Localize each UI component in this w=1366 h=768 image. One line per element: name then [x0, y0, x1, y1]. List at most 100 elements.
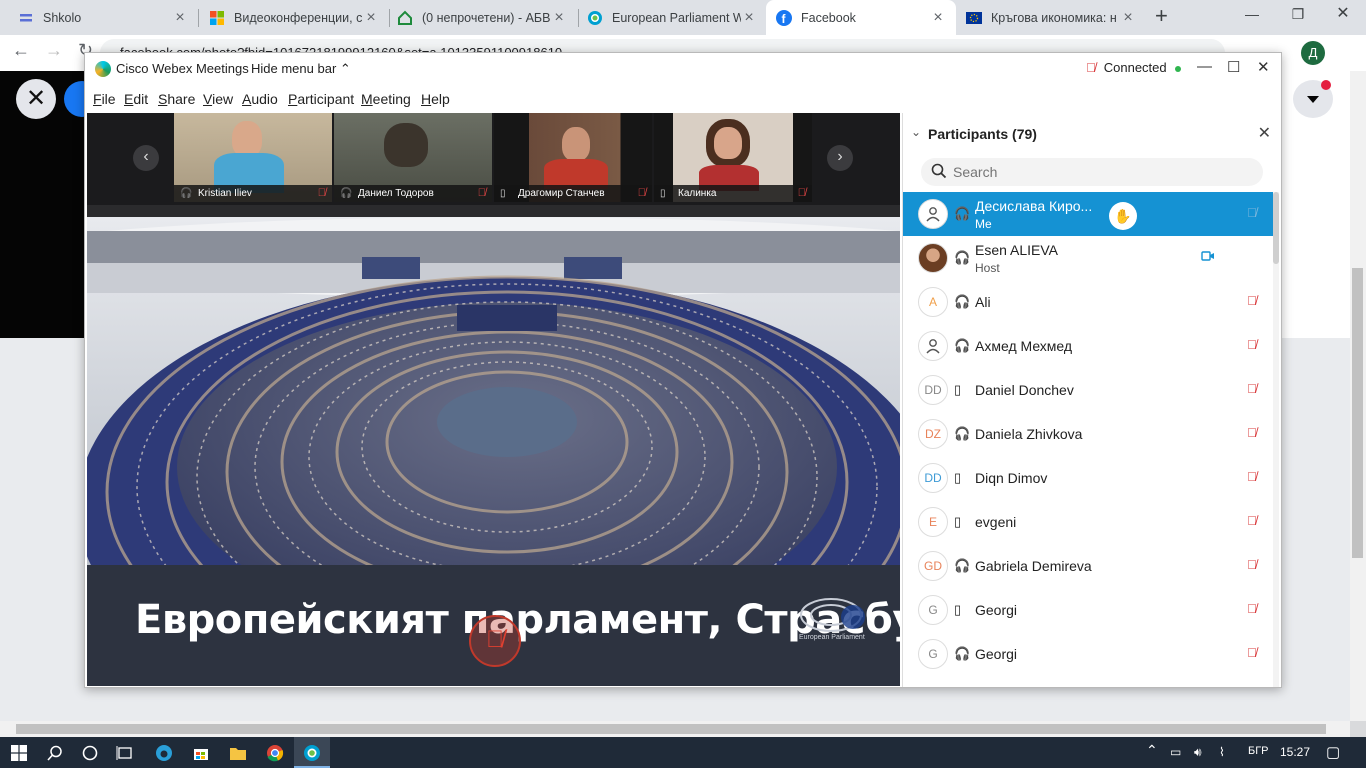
- store-icon[interactable]: [190, 742, 212, 764]
- participants-scrollbar[interactable]: [1273, 192, 1279, 687]
- participant-row[interactable]: DD ▯ Daniel Donchev 🎙̸: [903, 368, 1273, 412]
- webex-taskbar-icon: [301, 742, 323, 764]
- muted-mic-icon[interactable]: 🎙̸: [1247, 469, 1257, 484]
- clock[interactable]: 15:27: [1280, 745, 1310, 759]
- maximize-icon[interactable]: ❐: [1275, 0, 1321, 30]
- chrome-icon[interactable]: [264, 742, 286, 764]
- network-icon[interactable]: ⌇: [1219, 745, 1225, 759]
- video-tile[interactable]: ▯ Драгомир Станчев 🎙̸: [494, 113, 652, 202]
- back-icon[interactable]: ←: [12, 40, 30, 61]
- connected-dot-icon: [1174, 65, 1181, 72]
- connection-status: 🎙̸ Connected: [1086, 60, 1181, 75]
- close-tab-icon[interactable]: ×: [172, 9, 188, 27]
- hide-menu-bar-button[interactable]: Hide menu bar ⌃: [251, 61, 351, 77]
- tab-circular-economy[interactable]: Кръгова икономика: н ×: [956, 0, 1146, 35]
- participant-row[interactable]: G ▯ Georgi 🎙̸: [903, 588, 1273, 632]
- menu-file[interactable]: File: [93, 91, 116, 107]
- phone-icon: ▯: [954, 470, 962, 485]
- participant-initials: E: [918, 507, 948, 537]
- page-horizontal-scrollbar[interactable]: [0, 721, 1350, 737]
- tab-label: Видеоконференции, с: [234, 10, 363, 25]
- close-tab-icon[interactable]: ×: [930, 9, 946, 27]
- muted-mic-icon[interactable]: 🎙̸: [1247, 381, 1257, 396]
- close-photo-icon[interactable]: ✕: [16, 79, 56, 119]
- close-window-icon[interactable]: ✕: [1320, 0, 1366, 30]
- video-tile[interactable]: ▯ Калинка 🎙̸: [654, 113, 812, 202]
- webex-title-bar: Cisco Webex Meetings Hide menu bar ⌃ 🎙̸ C…: [85, 53, 1281, 83]
- tab-facebook[interactable]: f Facebook ×: [766, 0, 956, 35]
- cortana-icon[interactable]: [79, 742, 101, 764]
- tray-chevron-icon[interactable]: ⌃: [1146, 742, 1158, 759]
- close-tab-icon[interactable]: ×: [363, 9, 379, 27]
- muted-mic-icon[interactable]: 🎙̸: [1247, 293, 1257, 308]
- participants-title: Participants (79): [928, 126, 1037, 142]
- close-panel-icon[interactable]: ✕: [1258, 123, 1271, 143]
- participant-initials: A: [918, 287, 948, 317]
- tab-shkolo[interactable]: Shkolo ×: [8, 0, 198, 35]
- muted-mic-icon[interactable]: 🎙̸: [1247, 601, 1257, 616]
- menu-meeting[interactable]: Meeting: [361, 91, 411, 107]
- edge-icon[interactable]: [153, 742, 175, 764]
- headset-icon: 🎧: [954, 558, 971, 573]
- participant-row[interactable]: GD 🎧 Gabriela Demireva 🎙̸: [903, 544, 1273, 588]
- search-input[interactable]: [953, 162, 1253, 182]
- muted-mic-icon[interactable]: 🎙̸: [1247, 645, 1257, 660]
- tab-video-conferences[interactable]: Видеоконференции, с ×: [199, 0, 389, 35]
- muted-mic-icon[interactable]: 🎙̸: [1247, 205, 1257, 220]
- participant-name: Diqn Dimov: [975, 470, 1048, 486]
- minimize-icon[interactable]: —: [1229, 0, 1275, 30]
- close-tab-icon[interactable]: ×: [741, 9, 757, 27]
- collapse-chevron-icon[interactable]: ⌄: [911, 125, 921, 139]
- forward-icon[interactable]: →: [45, 40, 63, 61]
- participant-row[interactable]: 🎧 Десислава Киро... Me ✋ 🎙̸: [903, 192, 1273, 236]
- participant-search: [921, 158, 1263, 186]
- page-vertical-scrollbar[interactable]: [1350, 71, 1366, 721]
- webex-close-icon[interactable]: ✕: [1257, 58, 1270, 76]
- close-tab-icon[interactable]: ×: [551, 9, 567, 27]
- search-icon: [931, 163, 947, 179]
- close-tab-icon[interactable]: ×: [1120, 9, 1136, 27]
- muted-mic-icon[interactable]: 🎙̸: [1247, 425, 1257, 440]
- chevron-up-icon: ⌃: [339, 61, 351, 76]
- webex-minimize-icon[interactable]: —: [1197, 58, 1212, 75]
- file-explorer-icon[interactable]: [227, 742, 249, 764]
- mute-toggle-icon[interactable]: 🎙̸: [469, 615, 521, 667]
- participant-row[interactable]: E ▯ evgeni 🎙̸: [903, 500, 1273, 544]
- video-camera-icon[interactable]: [1201, 250, 1215, 262]
- eu-flag-icon: [966, 10, 982, 26]
- raise-hand-icon[interactable]: ✋: [1109, 202, 1137, 230]
- language-indicator[interactable]: БГР: [1248, 745, 1269, 757]
- participant-row[interactable]: G 🎧 Georgi 🎙̸: [903, 632, 1273, 676]
- muted-mic-icon[interactable]: 🎙̸: [1247, 557, 1257, 572]
- participant-row[interactable]: 🎧 Ахмед Мехмед 🎙̸: [903, 324, 1273, 368]
- menu-edit[interactable]: Edit: [124, 91, 148, 107]
- menu-view[interactable]: View: [203, 91, 233, 107]
- new-tab-button[interactable]: +: [1155, 3, 1168, 29]
- notifications-icon[interactable]: ▢: [1326, 743, 1340, 761]
- menu-help[interactable]: Help: [421, 91, 450, 107]
- strip-divider: [87, 205, 900, 217]
- menu-audio[interactable]: Audio: [242, 91, 278, 107]
- windows-start-icon[interactable]: [8, 742, 30, 764]
- account-menu-button[interactable]: [1293, 80, 1333, 118]
- participant-row[interactable]: DD ▯ Diqn Dimov 🎙̸: [903, 456, 1273, 500]
- muted-mic-icon[interactable]: 🎙̸: [1247, 513, 1257, 528]
- battery-icon[interactable]: ▭: [1170, 745, 1181, 759]
- tab-abv-mail[interactable]: (0 непрочетени) - АБВ ×: [387, 0, 577, 35]
- profile-avatar[interactable]: Д: [1301, 41, 1325, 65]
- participant-row[interactable]: 🎧 Esen ALIEVA Host: [903, 236, 1273, 280]
- search-icon[interactable]: [44, 742, 66, 764]
- webex-maximize-icon[interactable]: ☐: [1227, 58, 1240, 76]
- menu-participant[interactable]: Participant: [288, 91, 354, 107]
- strip-prev-icon[interactable]: ‹: [133, 145, 159, 171]
- tab-european-parliament[interactable]: European Parliament W ×: [577, 0, 767, 35]
- muted-mic-icon[interactable]: 🎙̸: [1247, 337, 1257, 352]
- strip-next-icon[interactable]: ›: [827, 145, 853, 171]
- video-tile[interactable]: 🎧 Даниел Тодоров 🎙̸: [334, 113, 492, 202]
- volume-icon[interactable]: 🔊︎: [1194, 745, 1202, 760]
- video-tile[interactable]: 🎧 Kristian Iliev 🎙̸: [174, 113, 332, 202]
- participant-row[interactable]: A 🎧 Ali 🎙̸: [903, 280, 1273, 324]
- participant-row[interactable]: DZ 🎧 Daniela Zhivkova 🎙̸: [903, 412, 1273, 456]
- menu-share[interactable]: Share: [158, 91, 195, 107]
- task-view-icon[interactable]: [114, 742, 136, 764]
